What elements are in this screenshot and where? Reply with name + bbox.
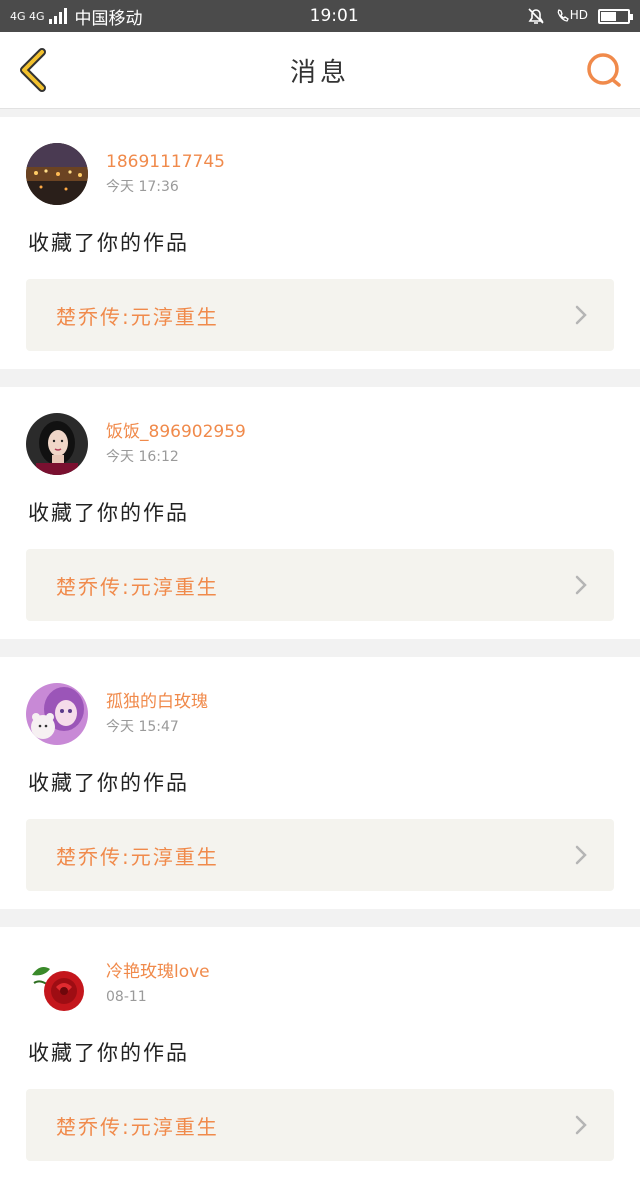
message-time: 今天 17:36 <box>106 178 179 195</box>
doll-avatar[interactable] <box>26 683 88 745</box>
message-user[interactable]: 冷艳玫瑰love 08-11 <box>26 953 614 1015</box>
user-name[interactable]: 饭饭_896902959 <box>106 421 246 443</box>
woman-portrait-avatar[interactable] <box>26 413 88 475</box>
work-title: 楚乔传:元淳重生 <box>56 1114 219 1139</box>
message-text: 收藏了你的作品 <box>28 501 189 525</box>
user-name[interactable]: 18691117745 <box>106 151 225 173</box>
user-name[interactable]: 冷艳玫瑰love <box>106 961 210 983</box>
work-link[interactable]: 楚乔传:元淳重生 <box>26 279 614 351</box>
message-text: 收藏了你的作品 <box>28 231 189 255</box>
user-meta: 冷艳玫瑰love 08-11 <box>106 961 210 1008</box>
message-user[interactable]: 饭饭_896902959 今天 16:12 <box>26 413 614 475</box>
message-card: 饭饭_896902959 今天 16:12 收藏了你的作品 楚乔传:元淳重生 <box>0 387 640 639</box>
message-user[interactable]: 孤独的白玫瑰 今天 15:47 <box>26 683 614 745</box>
message-text: 收藏了你的作品 <box>28 1041 189 1065</box>
search-button[interactable] <box>584 50 624 90</box>
back-button[interactable] <box>16 45 56 95</box>
message-card: 冷艳玫瑰love 08-11 收藏了你的作品 楚乔传:元淳重生 <box>0 927 640 1179</box>
chevron-left-icon <box>20 48 46 92</box>
red-rose-avatar[interactable] <box>26 953 88 1015</box>
status-bar: 4G 4G 中国移动 19:01 HD <box>0 0 640 32</box>
network-type: 4G 4G <box>10 9 45 23</box>
message-card: 18691117745 今天 17:36 收藏了你的作品 楚乔传:元淳重生 <box>0 117 640 369</box>
battery-icon <box>598 8 633 24</box>
hd-call-icon: HD <box>556 8 588 24</box>
carrier-name: 中国移动 <box>74 8 143 29</box>
header-gap <box>0 109 640 117</box>
work-link[interactable]: 楚乔传:元淳重生 <box>26 549 614 621</box>
signal-icon <box>48 8 67 24</box>
user-name[interactable]: 孤独的白玫瑰 <box>106 691 208 713</box>
page-title: 消息 <box>289 57 350 88</box>
message-time: 08-11 <box>106 988 147 1005</box>
status-left: 4G 4G 中国移动 <box>10 4 143 29</box>
message-time: 今天 15:47 <box>106 718 179 735</box>
user-meta: 孤独的白玫瑰 今天 15:47 <box>106 691 208 738</box>
work-title: 楚乔传:元淳重生 <box>56 574 219 599</box>
chevron-right-icon <box>575 1115 587 1135</box>
message-card: 孤独的白玫瑰 今天 15:47 收藏了你的作品 楚乔传:元淳重生 <box>0 657 640 909</box>
work-link[interactable]: 楚乔传:元淳重生 <box>26 1089 614 1161</box>
work-title: 楚乔传:元淳重生 <box>56 844 219 869</box>
status-right: HD <box>526 6 633 26</box>
work-link[interactable]: 楚乔传:元淳重生 <box>26 819 614 891</box>
chevron-right-icon <box>575 305 587 325</box>
message-text: 收藏了你的作品 <box>28 771 189 795</box>
user-meta: 18691117745 今天 17:36 <box>106 151 225 198</box>
hd-label: HD <box>569 8 588 22</box>
chevron-right-icon <box>575 575 587 595</box>
message-user[interactable]: 18691117745 今天 17:36 <box>26 143 614 205</box>
clock: 19:01 <box>309 6 359 26</box>
nav-header: 消息 <box>0 32 640 109</box>
user-meta: 饭饭_896902959 今天 16:12 <box>106 421 246 468</box>
search-icon <box>587 53 621 87</box>
bell-off-icon <box>528 8 544 24</box>
message-time: 今天 16:12 <box>106 448 179 465</box>
night-city-avatar[interactable] <box>26 143 88 205</box>
chevron-right-icon <box>575 845 587 865</box>
work-title: 楚乔传:元淳重生 <box>56 304 219 329</box>
